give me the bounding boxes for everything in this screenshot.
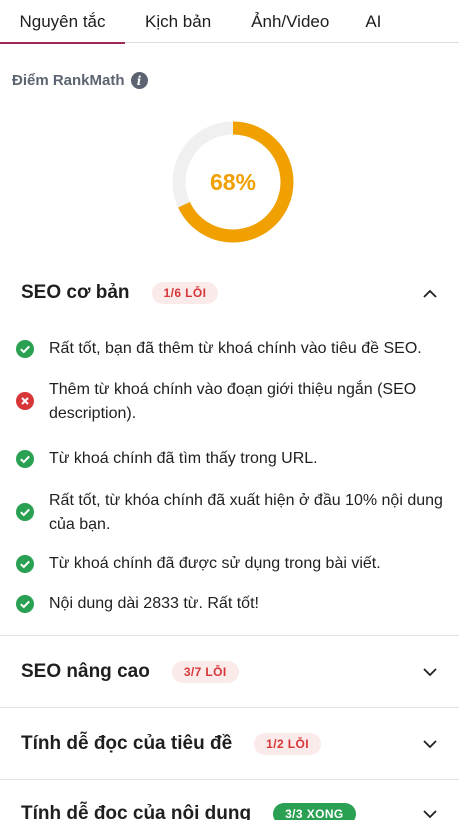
tab-ai[interactable]: AI — [349, 0, 397, 43]
section-title: Tính dễ đọc của nội dung — [21, 803, 252, 820]
section-content-readability-header[interactable]: Tính dễ đọc của nội dung 3/3 XONG — [0, 779, 459, 820]
score-header: Điểm RankMath i — [12, 72, 148, 89]
section-title-readability-header[interactable]: Tính dễ đọc của tiêu đề 1/2 LỖI — [0, 709, 459, 779]
score-value: 68% — [209, 168, 257, 195]
tab-scripts[interactable]: Kịch bản — [125, 0, 231, 43]
list-item: Rất tốt, bạn đã thêm từ khoá chính vào t… — [16, 337, 456, 361]
tab-guidelines[interactable]: Nguyên tắc — [0, 0, 125, 44]
status-badge: 1/6 LỖI — [151, 282, 219, 304]
chevron-down-icon[interactable] — [419, 733, 441, 755]
check-pass-icon — [16, 555, 34, 573]
list-item: Từ khoá chính đã tìm thấy trong URL. — [16, 447, 456, 471]
list-item: Từ khoá chính đã được sử dụng trong bài … — [16, 552, 456, 576]
list-item: Thêm từ khoá chính vào đoạn giới thiệu n… — [16, 378, 456, 426]
list-item: Nội dung dài 2833 từ. Rất tốt! — [16, 592, 456, 616]
status-badge: 3/7 LỖI — [171, 661, 239, 683]
chevron-down-icon[interactable] — [419, 661, 441, 683]
tab-media[interactable]: Ảnh/Video — [231, 0, 349, 43]
section-title: Tính dễ đọc của tiêu đề — [21, 733, 233, 754]
list-item: Rất tốt, từ khóa chính đã xuất hiện ở đầ… — [16, 489, 456, 537]
chevron-down-icon[interactable] — [419, 803, 441, 820]
section-title: SEO nâng cao — [21, 661, 150, 682]
check-fail-icon — [16, 392, 34, 410]
status-badge: 3/3 XONG — [273, 803, 356, 820]
section-title-readability: Tính dễ đọc của tiêu đề 1/2 LỖI — [0, 709, 459, 779]
tab-bar: Nguyên tắc Kịch bản Ảnh/Video AI — [0, 0, 459, 44]
section-content-readability: Tính dễ đọc của nội dung 3/3 XONG — [0, 779, 459, 820]
check-pass-icon — [16, 595, 34, 613]
divider — [0, 635, 459, 636]
score-title: Điểm RankMath — [12, 72, 125, 89]
check-pass-icon — [16, 450, 34, 468]
section-advanced-seo-header[interactable]: SEO nâng cao 3/7 LỖI — [0, 637, 459, 707]
section-basic-seo-header[interactable]: SEO cơ bản 1/6 LỖI — [0, 258, 459, 328]
check-pass-icon — [16, 340, 34, 358]
section-advanced-seo: SEO nâng cao 3/7 LỖI — [0, 637, 459, 707]
section-title: SEO cơ bản — [21, 282, 130, 303]
check-pass-icon — [16, 503, 34, 521]
status-badge: 1/2 LỖI — [254, 733, 321, 755]
divider — [0, 707, 459, 708]
chevron-up-icon[interactable] — [419, 282, 441, 304]
section-basic-seo: SEO cơ bản 1/6 LỖI — [0, 258, 459, 328]
info-icon[interactable]: i — [130, 72, 148, 89]
